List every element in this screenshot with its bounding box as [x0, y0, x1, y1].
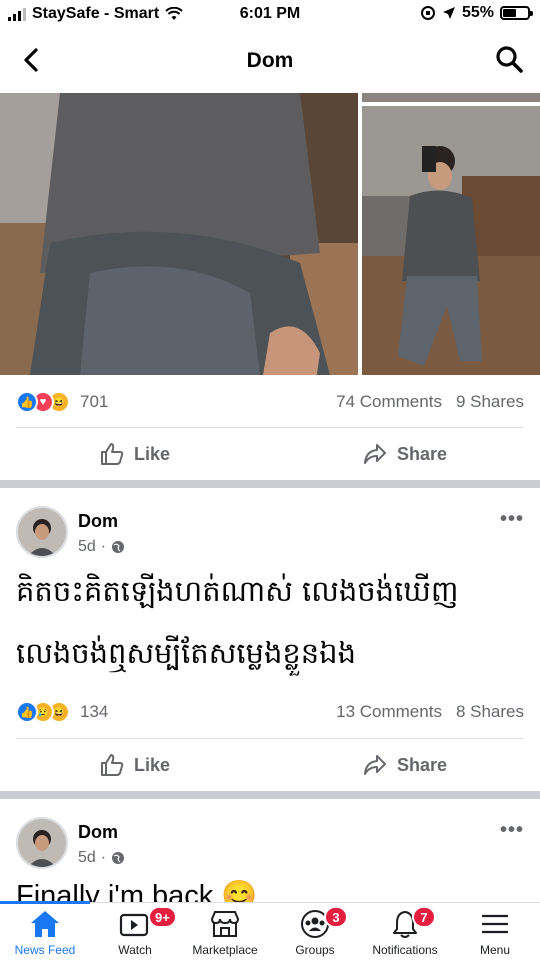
post1-share-button[interactable]: Share [270, 429, 540, 479]
post2-shares-count[interactable]: 8 Shares [456, 702, 524, 722]
post2-share-button[interactable]: Share [270, 740, 540, 790]
home-icon [31, 911, 59, 937]
post3-time[interactable]: 5d [78, 849, 96, 867]
page-title: Dom [246, 49, 294, 72]
tab-label: Groups [295, 943, 335, 957]
post-separator [0, 791, 540, 799]
post-photo-3[interactable] [362, 106, 540, 375]
thumbs-up-icon [100, 443, 124, 465]
like-reaction-icon: 👍 [16, 391, 38, 413]
tab-marketplace[interactable]: Marketplace [180, 903, 270, 960]
post2-stats: 👍 😢 😆 134 13 Comments 8 Shares [16, 697, 524, 727]
tab-groups[interactable]: 3 Groups [270, 903, 360, 960]
avatar[interactable] [16, 817, 68, 869]
like-reaction-icon: 👍 [16, 701, 38, 723]
post-photo-2[interactable] [362, 93, 540, 102]
tab-label: News Feed [14, 943, 76, 957]
post1-actions: Like Share [0, 429, 540, 479]
divider [16, 427, 524, 428]
post-photo-1[interactable] [0, 93, 358, 375]
tab-label: Marketplace [192, 943, 258, 957]
post2-comments-count[interactable]: 13 Comments [336, 702, 442, 722]
menu-icon [482, 914, 508, 934]
tab-label: Notifications [372, 943, 438, 957]
more-options-button[interactable]: ••• [500, 819, 524, 842]
profile-header: Dom [0, 30, 540, 92]
watch-icon [119, 913, 149, 937]
post3-header: Dom 5d · ••• [16, 817, 524, 873]
search-button[interactable] [494, 44, 524, 74]
like-label: Like [133, 754, 171, 775]
meta-dot: · [100, 538, 107, 555]
post2-text: គិតចះគិតឡើងហត់ណាស់ លេងចង់ឃើញ លេងចង់ឮសម្ប… [16, 560, 524, 684]
post2-header: Dom 5d · ••• [16, 506, 524, 562]
share-label: Share [396, 754, 448, 775]
share-label: Share [396, 443, 448, 464]
tab-notifications[interactable]: 7 Notifications [360, 903, 450, 960]
tab-news-feed[interactable]: News Feed [0, 903, 90, 960]
status-bar: StaySafe - Smart 6:01 PM 55% [0, 0, 540, 30]
post3-author[interactable]: Dom [78, 822, 118, 843]
post1-reactions[interactable]: 👍 ♥ 😆 [16, 391, 70, 413]
post1-reaction-count[interactable]: 701 [80, 392, 108, 412]
post1-shares-count[interactable]: 9 Shares [456, 392, 524, 412]
meta-dot: · [100, 849, 107, 866]
notification-badge: 7 [412, 906, 436, 928]
bottom-tab-bar: News Feed 9+ Watch Marketplace 3 Groups … [0, 901, 540, 960]
post2-text-line1: គិតចះគិតឡើងហត់ណាស់ លេងចង់ឃើញ [16, 574, 459, 608]
tab-watch[interactable]: 9+ Watch [90, 903, 180, 960]
post2-author[interactable]: Dom [78, 511, 118, 532]
battery-percent: 55% [461, 4, 494, 21]
post2-like-button[interactable]: Like [0, 740, 270, 790]
post2-time[interactable]: 5d [78, 538, 96, 556]
thumbs-up-icon [100, 754, 124, 776]
tab-menu[interactable]: Menu [450, 903, 540, 960]
battery-fill [503, 9, 517, 17]
globe-icon [112, 852, 125, 864]
post1-like-button[interactable]: Like [0, 429, 270, 479]
notification-badge: 9+ [148, 906, 177, 928]
avatar[interactable] [16, 506, 68, 558]
post2-text-line2: លេងចង់ឮសម្បីតែសម្លេងខ្លួនឯង [16, 636, 356, 670]
globe-icon [112, 541, 125, 553]
notification-badge: 3 [324, 906, 348, 928]
location-icon [442, 7, 455, 19]
rotation-lock-icon [420, 6, 435, 20]
share-arrow-icon [363, 755, 386, 775]
battery-icon [500, 6, 533, 20]
post-separator [0, 480, 540, 488]
marketplace-icon [210, 911, 240, 937]
like-label: Like [133, 443, 171, 464]
post2-actions: Like Share [0, 740, 540, 790]
back-button[interactable] [18, 46, 46, 74]
post2-reactions[interactable]: 👍 😢 😆 [16, 701, 70, 723]
post1-stats: 👍 ♥ 😆 701 74 Comments 9 Shares [16, 387, 524, 417]
tab-label: Watch [118, 943, 152, 957]
more-options-button[interactable]: ••• [500, 508, 524, 531]
post1-comments-count[interactable]: 74 Comments [336, 392, 442, 412]
status-right-group: 55% [420, 4, 533, 22]
tab-label: Menu [479, 943, 511, 957]
share-arrow-icon [363, 444, 386, 464]
post3-meta: 5d · [78, 849, 125, 867]
post-photo-grid[interactable] [0, 93, 540, 375]
post2-reaction-count[interactable]: 134 [80, 702, 108, 722]
divider [16, 738, 524, 739]
post2-meta: 5d · [78, 538, 125, 556]
